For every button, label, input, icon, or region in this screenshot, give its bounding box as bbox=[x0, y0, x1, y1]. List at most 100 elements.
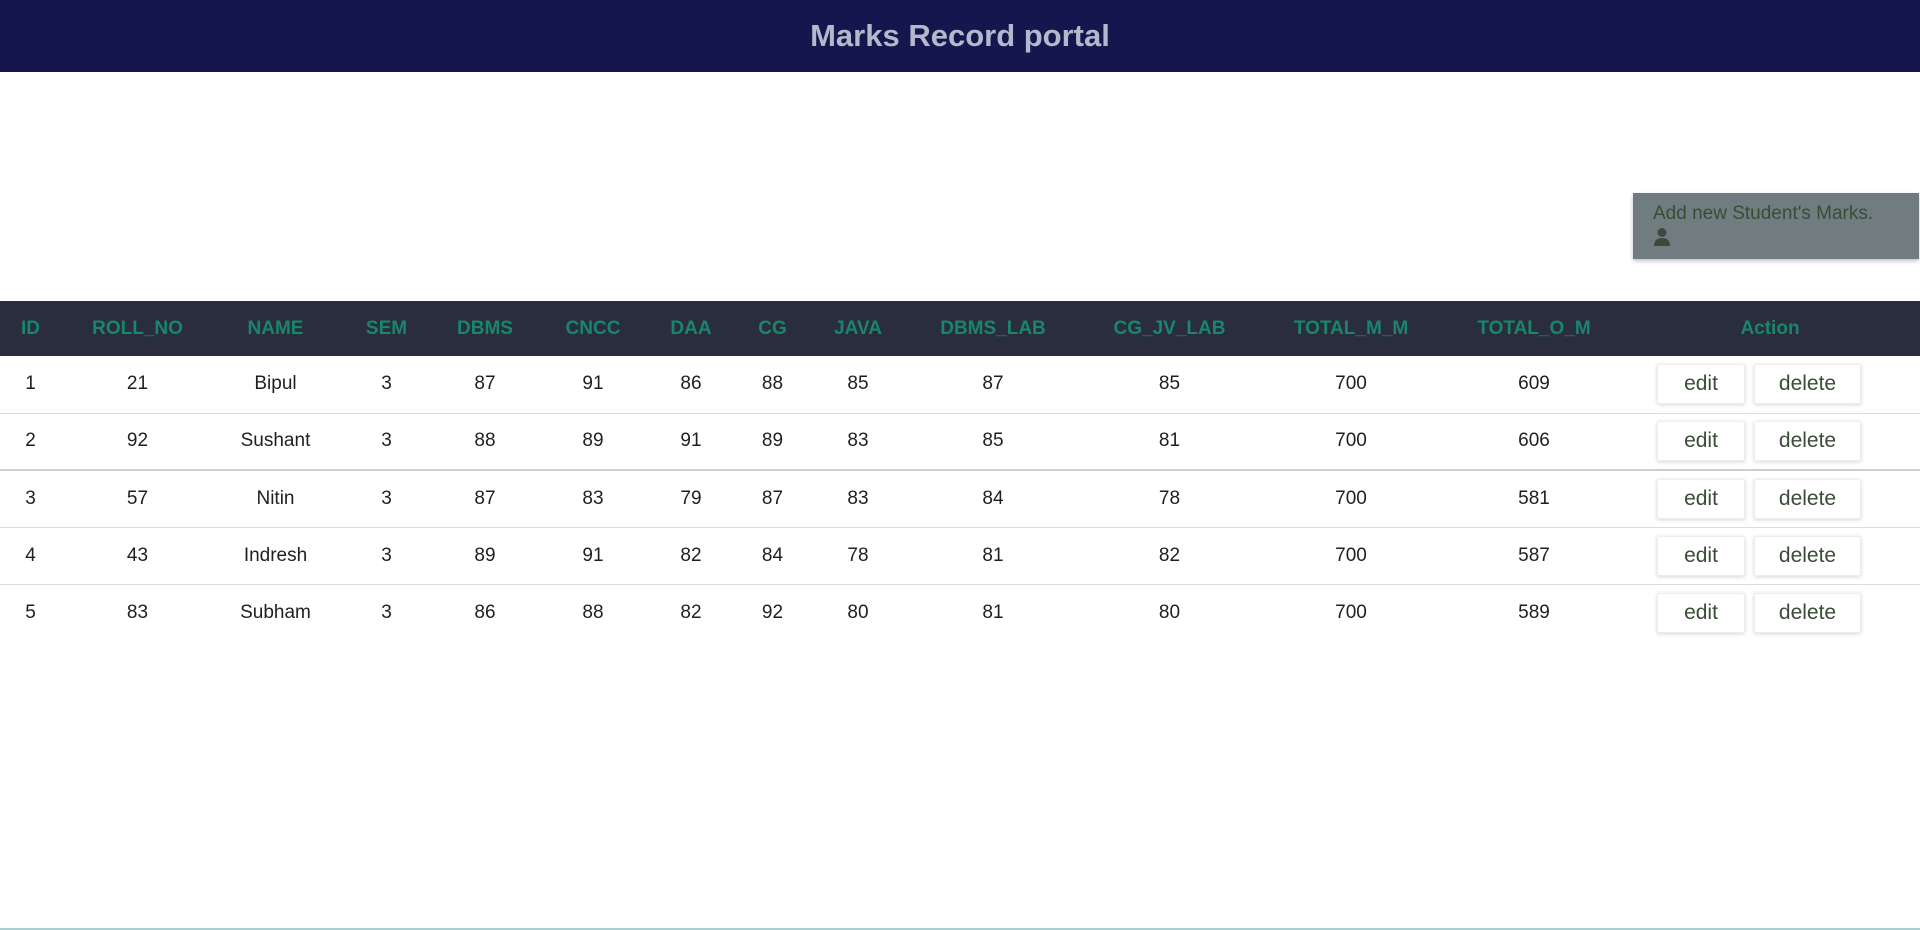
table-cell-id: 1 bbox=[25, 373, 36, 395]
column-header-total-m-m: TOTAL_M_M bbox=[1293, 317, 1409, 339]
add-student-marks-button[interactable]: Add new Student's Marks. bbox=[1633, 193, 1919, 259]
table-cell-id: 2 bbox=[25, 430, 36, 452]
edit-button[interactable]: edit bbox=[1657, 421, 1745, 462]
page-title: Marks Record portal bbox=[810, 18, 1110, 53]
column-header-cg-jv-lab: CG_JV_LAB bbox=[1113, 317, 1226, 339]
table-cell-cncc: 88 bbox=[582, 601, 604, 623]
table-cell-sem: 3 bbox=[381, 487, 392, 509]
column-header-daa: DAA bbox=[670, 317, 712, 339]
table-cell-total-m-m: 700 bbox=[1335, 544, 1367, 566]
table-cell-roll-no: 43 bbox=[126, 544, 149, 566]
table-cell-cncc: 83 bbox=[582, 487, 604, 509]
table-cell-cg-jv-lab: 80 bbox=[1158, 601, 1181, 623]
table-cell-cg-jv-lab: 82 bbox=[1158, 544, 1181, 566]
table-cell-total-o-m: 589 bbox=[1518, 601, 1550, 623]
table-cell-daa: 82 bbox=[680, 601, 702, 623]
delete-button[interactable]: delete bbox=[1754, 421, 1861, 462]
table-cell-action: edit delete bbox=[1620, 356, 1920, 413]
user-icon bbox=[1654, 228, 1670, 246]
table-cell-action: edit delete bbox=[1620, 413, 1920, 470]
table-cell-total-m-m: 700 bbox=[1335, 430, 1367, 452]
column-header-cncc: CNCC bbox=[565, 317, 621, 339]
table-cell-cncc: 89 bbox=[582, 430, 604, 452]
table-cell-action: edit delete bbox=[1620, 584, 1920, 641]
column-header-dbms: DBMS bbox=[457, 317, 513, 339]
table-cell-total-m-m: 700 bbox=[1335, 601, 1367, 623]
table-cell-dbms-lab: 87 bbox=[982, 373, 1004, 395]
table-cell-cg: 92 bbox=[761, 601, 784, 623]
table-cell-cg: 88 bbox=[761, 373, 784, 395]
table-cell-roll-no: 92 bbox=[126, 430, 149, 452]
edit-button[interactable]: edit bbox=[1657, 364, 1745, 405]
table-cell-total-o-m: 609 bbox=[1518, 373, 1550, 395]
column-header-action: Action bbox=[1740, 317, 1800, 339]
table-row: 3 57 Nitin 3 87 83 79 87 83 84 78 700 581 edit delete bbox=[0, 470, 1920, 527]
table-row: 5 83 Subham 3 86 88 82 92 80 81 80 700 589 edit delete bbox=[0, 584, 1920, 641]
column-header-name: NAME bbox=[247, 317, 304, 339]
table-row: 4 43 Indresh 3 89 91 82 84 78 81 82 700 587 edit delet… bbox=[0, 527, 1920, 584]
table-cell-dbms: 87 bbox=[474, 487, 496, 509]
table-cell-cg-jv-lab: 85 bbox=[1158, 373, 1181, 395]
table-cell-id: 3 bbox=[25, 487, 36, 509]
table-cell-dbms: 87 bbox=[474, 373, 496, 395]
column-header-total-o-m: TOTAL_O_M bbox=[1477, 317, 1591, 339]
table-cell-daa: 79 bbox=[680, 487, 702, 509]
table-cell-dbms: 88 bbox=[474, 430, 496, 452]
table-cell-cncc: 91 bbox=[582, 373, 604, 395]
table-cell-daa: 91 bbox=[680, 430, 702, 452]
table-cell-id: 5 bbox=[25, 601, 36, 623]
table-cell-total-m-m: 700 bbox=[1335, 487, 1367, 509]
table-cell-name: Indresh bbox=[243, 544, 308, 566]
table-cell-cg: 84 bbox=[761, 544, 784, 566]
edit-button[interactable]: edit bbox=[1657, 535, 1745, 576]
table-row: 2 92 Sushant 3 88 89 91 89 83 85 81 700 606 edit delet… bbox=[0, 413, 1920, 470]
delete-button[interactable]: delete bbox=[1754, 592, 1861, 633]
table-cell-id: 4 bbox=[25, 544, 36, 566]
table-cell-roll-no: 21 bbox=[126, 373, 149, 395]
table-cell-dbms-lab: 84 bbox=[982, 487, 1004, 509]
edit-button[interactable]: edit bbox=[1657, 478, 1745, 519]
table-cell-cg: 87 bbox=[761, 487, 784, 509]
table-cell-dbms-lab: 81 bbox=[982, 544, 1004, 566]
column-header-roll-no: ROLL_NO bbox=[92, 317, 183, 339]
table-cell-name: Nitin bbox=[256, 487, 295, 509]
table-cell-action: edit delete bbox=[1620, 527, 1920, 584]
delete-button[interactable]: delete bbox=[1754, 535, 1861, 576]
delete-button[interactable]: delete bbox=[1754, 364, 1861, 405]
table-cell-dbms: 86 bbox=[474, 601, 496, 623]
table-cell-dbms-lab: 81 bbox=[982, 601, 1004, 623]
column-header-id: ID bbox=[21, 317, 40, 339]
table-cell-name: Sushant bbox=[240, 430, 311, 452]
table-cell-cncc: 91 bbox=[582, 544, 604, 566]
table-cell-java: 80 bbox=[847, 601, 869, 623]
table-row: 1 21 Bipul 3 87 91 86 88 85 87 85 700 609 edit delete bbox=[0, 356, 1920, 413]
table-cell-dbms-lab: 85 bbox=[982, 430, 1004, 452]
delete-button[interactable]: delete bbox=[1754, 478, 1861, 519]
table-cell-cg-jv-lab: 81 bbox=[1158, 430, 1181, 452]
table-cell-total-m-m: 700 bbox=[1335, 373, 1367, 395]
table-cell-java: 78 bbox=[847, 544, 869, 566]
table-cell-sem: 3 bbox=[381, 430, 392, 452]
add-student-marks-label: Add new Student's Marks. bbox=[1653, 203, 1874, 224]
table-cell-name: Bipul bbox=[254, 373, 297, 395]
table-cell-sem: 3 bbox=[381, 544, 392, 566]
table-cell-dbms: 89 bbox=[474, 544, 496, 566]
column-header-cg: CG bbox=[758, 317, 787, 339]
table-cell-total-o-m: 581 bbox=[1518, 487, 1550, 509]
table-header-row: ID ROLL_NO NAME SEM DBMS CNCC DAA CG JAVA DBMS_LA… bbox=[0, 301, 1920, 356]
table-cell-roll-no: 83 bbox=[126, 601, 149, 623]
table-cell-java: 85 bbox=[847, 373, 869, 395]
column-header-java: JAVA bbox=[834, 317, 882, 339]
table-cell-sem: 3 bbox=[381, 373, 392, 395]
marks-table: ID ROLL_NO NAME SEM DBMS CNCC DAA CG JAVA DBMS_LA… bbox=[0, 301, 1920, 641]
table-cell-total-o-m: 606 bbox=[1518, 430, 1550, 452]
table-cell-java: 83 bbox=[847, 430, 869, 452]
edit-button[interactable]: edit bbox=[1657, 592, 1745, 633]
table-cell-roll-no: 57 bbox=[126, 487, 149, 509]
column-header-sem: SEM bbox=[365, 317, 408, 339]
table-cell-java: 83 bbox=[847, 487, 869, 509]
table-cell-daa: 86 bbox=[680, 373, 702, 395]
table-cell-action: edit delete bbox=[1620, 470, 1920, 527]
table-cell-name: Subham bbox=[240, 601, 311, 623]
column-header-dbms-lab: DBMS_LAB bbox=[940, 317, 1046, 339]
